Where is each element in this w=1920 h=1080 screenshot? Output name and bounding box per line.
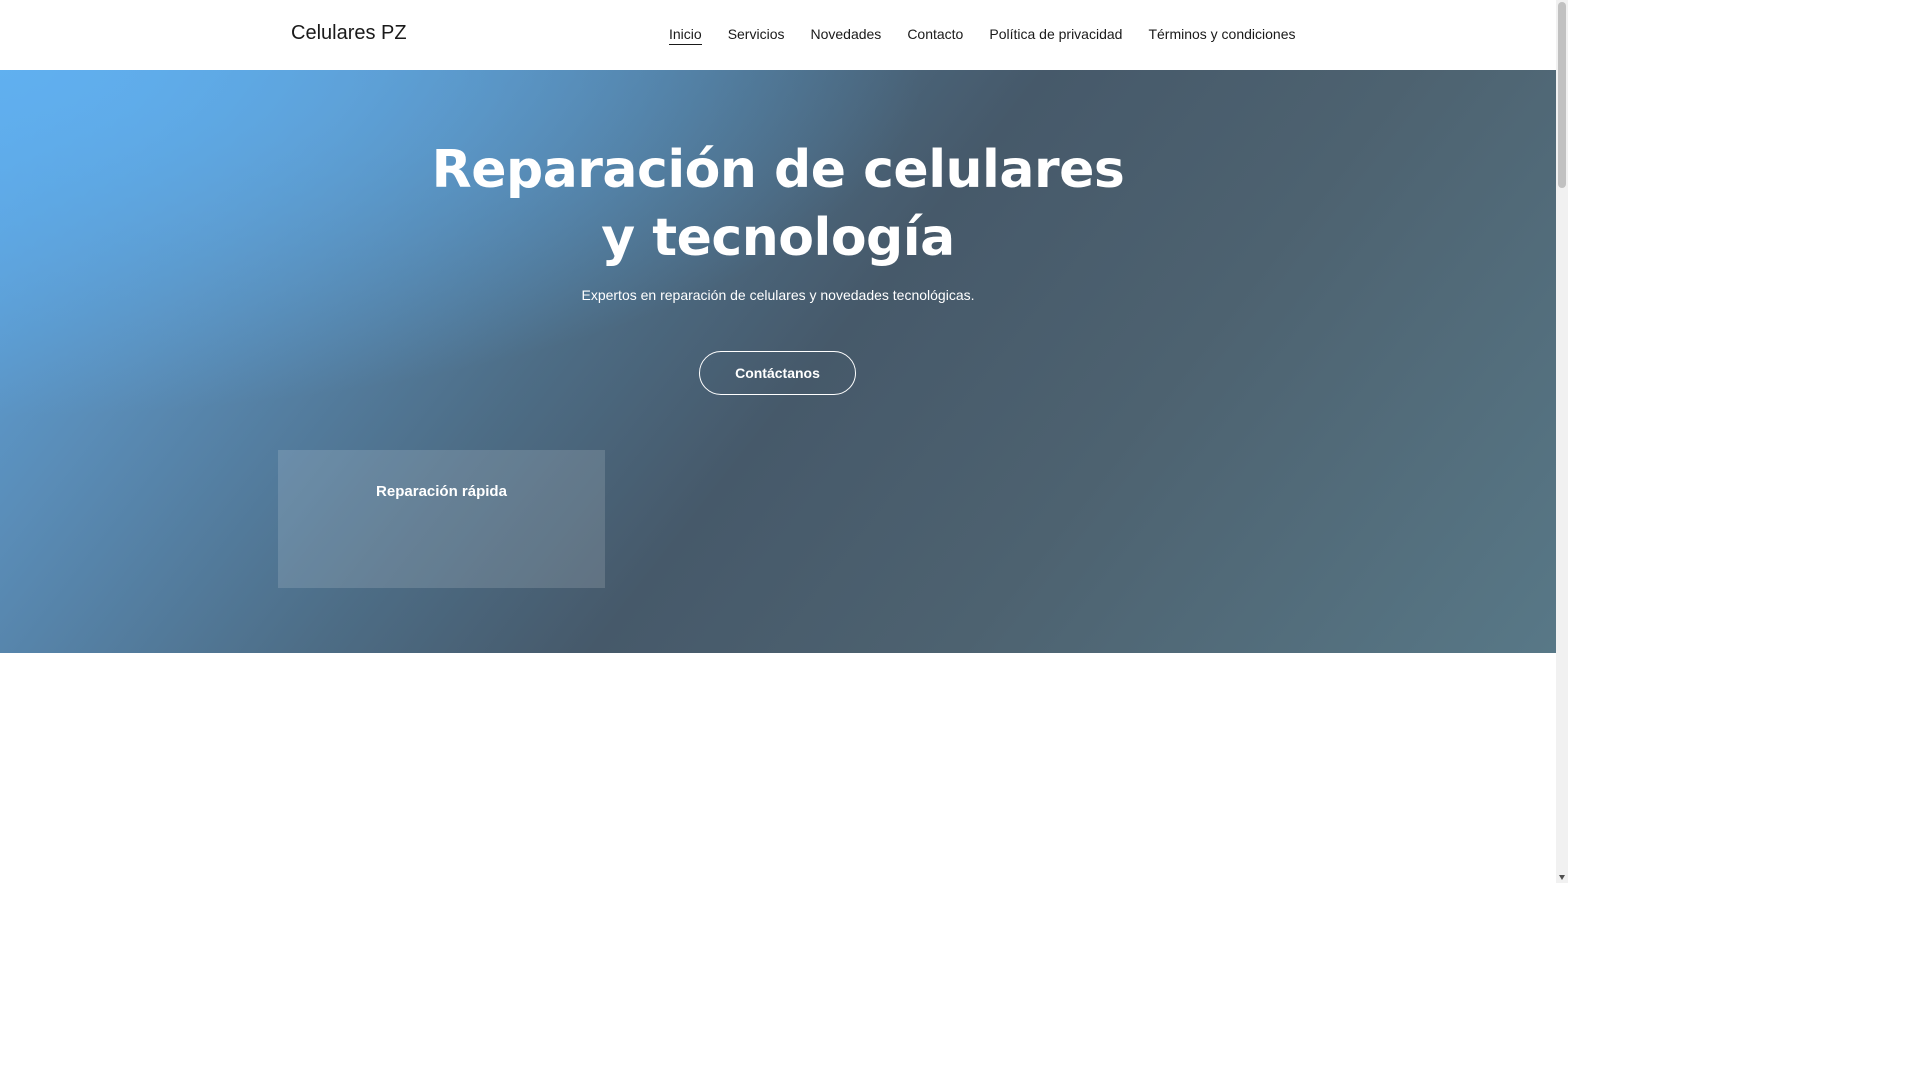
feature-card-title: Reparación rápida xyxy=(376,483,507,500)
nav-item-servicios[interactable]: Servicios xyxy=(728,26,785,45)
hero-title-line-1: Reparación de celulares xyxy=(431,140,1125,200)
nav-item-politica-privacidad[interactable]: Política de privacidad xyxy=(989,26,1122,45)
hero-subtitle: Expertos en reparación de celulares y no… xyxy=(581,287,975,303)
nav-item-contacto[interactable]: Contacto xyxy=(907,26,963,45)
nav-item-inicio[interactable]: Inicio xyxy=(669,26,702,45)
main-nav: Inicio Servicios Novedades Contacto Polí… xyxy=(669,26,1296,45)
hero-section: Reparación de celulares y tecnología Exp… xyxy=(0,70,1556,653)
chevron-down-icon[interactable] xyxy=(1559,875,1565,880)
hero-title-line-2: y tecnología xyxy=(601,208,955,268)
vertical-scrollbar[interactable] xyxy=(1556,0,1568,883)
site-brand[interactable]: Celulares PZ xyxy=(291,22,407,45)
nav-item-novedades[interactable]: Novedades xyxy=(810,26,881,45)
feature-card-reparacion-rapida: Reparación rápida xyxy=(278,450,605,588)
contact-button[interactable]: Contáctanos xyxy=(699,351,856,395)
nav-item-terminos-condiciones[interactable]: Términos y condiciones xyxy=(1148,26,1295,45)
page: Celulares PZ Inicio Servicios Novedades … xyxy=(0,0,1568,883)
hero-title: Reparación de celulares y tecnología xyxy=(0,136,1556,272)
site-header: Celulares PZ Inicio Servicios Novedades … xyxy=(0,0,1556,70)
scrollbar-thumb[interactable] xyxy=(1558,2,1566,188)
